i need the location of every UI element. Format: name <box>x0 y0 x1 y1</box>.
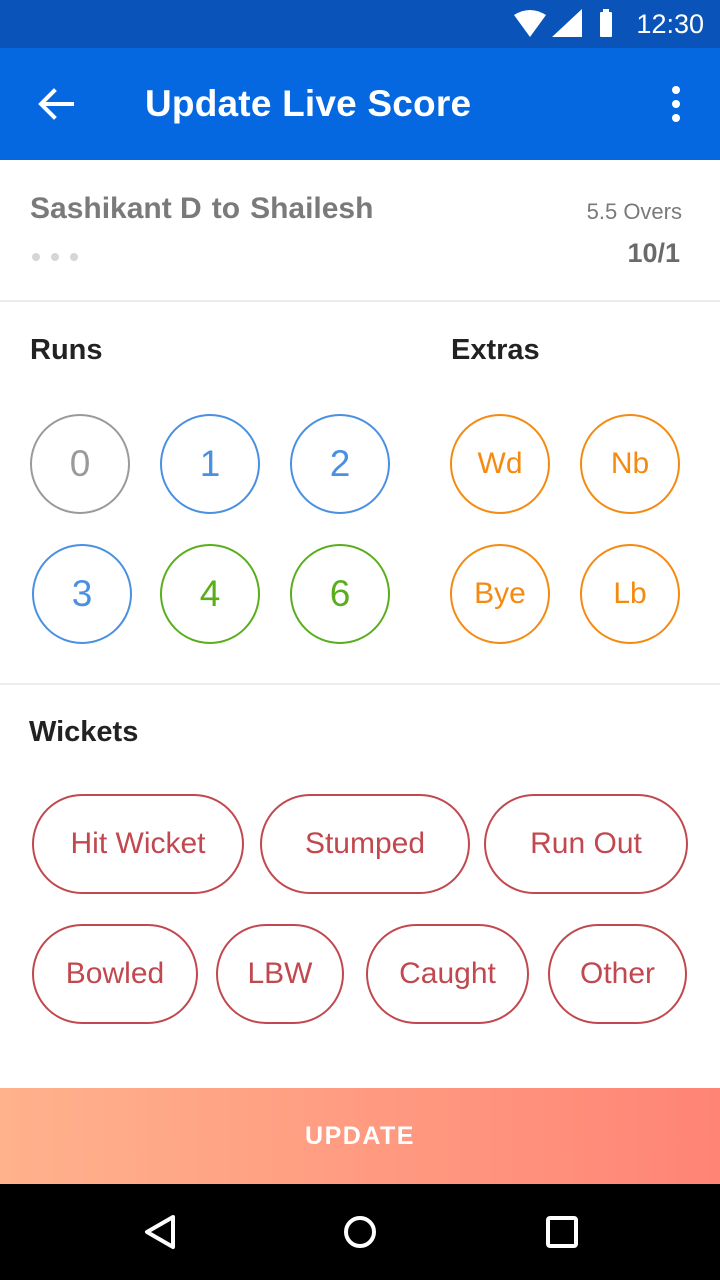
wicket-button-other[interactable]: Other <box>548 924 687 1024</box>
extra-button-no-ball[interactable]: Nb <box>580 414 680 514</box>
status-icons-svg <box>514 9 612 37</box>
score: 10/1 <box>627 238 680 268</box>
status-time: 12:30 <box>636 9 704 39</box>
wicket-button-stumped[interactable]: Stumped <box>260 794 470 894</box>
wickets-heading: Wickets <box>29 716 139 748</box>
signal-icon <box>552 9 582 37</box>
wifi-icon <box>514 10 546 37</box>
batsman-name: Shailesh <box>250 192 374 225</box>
page-title: Update Live Score <box>145 83 472 124</box>
status-icons <box>512 9 612 39</box>
run-button-4[interactable]: 4 <box>160 544 260 644</box>
nav-home-icon <box>344 1216 376 1248</box>
to-label: to <box>211 192 241 225</box>
run-button-0[interactable]: 0 <box>30 414 130 514</box>
wicket-button-bowled[interactable]: Bowled <box>32 924 198 1024</box>
overs-count: 5.5 Overs <box>586 199 682 224</box>
run-button-3[interactable]: 3 <box>32 544 132 644</box>
extras-heading: Extras <box>451 334 540 366</box>
update-button[interactable]: UPDATE <box>0 1088 720 1184</box>
bowler-to-batsman: Sashikant D to Shailesh <box>30 192 373 226</box>
loading-dots-icon <box>32 248 89 266</box>
nav-home-button[interactable] <box>330 1202 390 1262</box>
extra-button-bye[interactable]: Bye <box>450 544 550 644</box>
app-bar: Update Live Score <box>0 48 720 160</box>
bowler-name: Sashikant D <box>30 192 202 225</box>
wicket-button-run-out[interactable]: Run Out <box>484 794 688 894</box>
section-divider <box>0 683 720 685</box>
extra-button-leg-bye[interactable]: Lb <box>580 544 680 644</box>
nav-recents-icon <box>546 1216 578 1248</box>
runs-heading: Runs <box>30 334 103 366</box>
wicket-button-caught[interactable]: Caught <box>366 924 529 1024</box>
nav-back-icon <box>145 1215 175 1249</box>
match-info: Sashikant D to Shailesh 5.5 Overs 10/1 <box>0 160 720 302</box>
battery-icon <box>600 9 612 37</box>
nav-recents-button[interactable] <box>532 1202 592 1262</box>
wicket-button-lbw[interactable]: LBW <box>216 924 344 1024</box>
system-nav-bar <box>0 1184 720 1280</box>
nav-back-button[interactable] <box>130 1202 190 1262</box>
extra-button-wide[interactable]: Wd <box>450 414 550 514</box>
run-button-2[interactable]: 2 <box>290 414 390 514</box>
more-options-button[interactable] <box>656 80 696 128</box>
wicket-button-hit-wicket[interactable]: Hit Wicket <box>32 794 244 894</box>
more-vert-icon <box>672 86 680 122</box>
status-bar: 12:30 <box>0 0 720 48</box>
back-button[interactable] <box>30 78 82 130</box>
run-button-1[interactable]: 1 <box>160 414 260 514</box>
run-button-6[interactable]: 6 <box>290 544 390 644</box>
back-arrow-icon <box>38 88 74 120</box>
